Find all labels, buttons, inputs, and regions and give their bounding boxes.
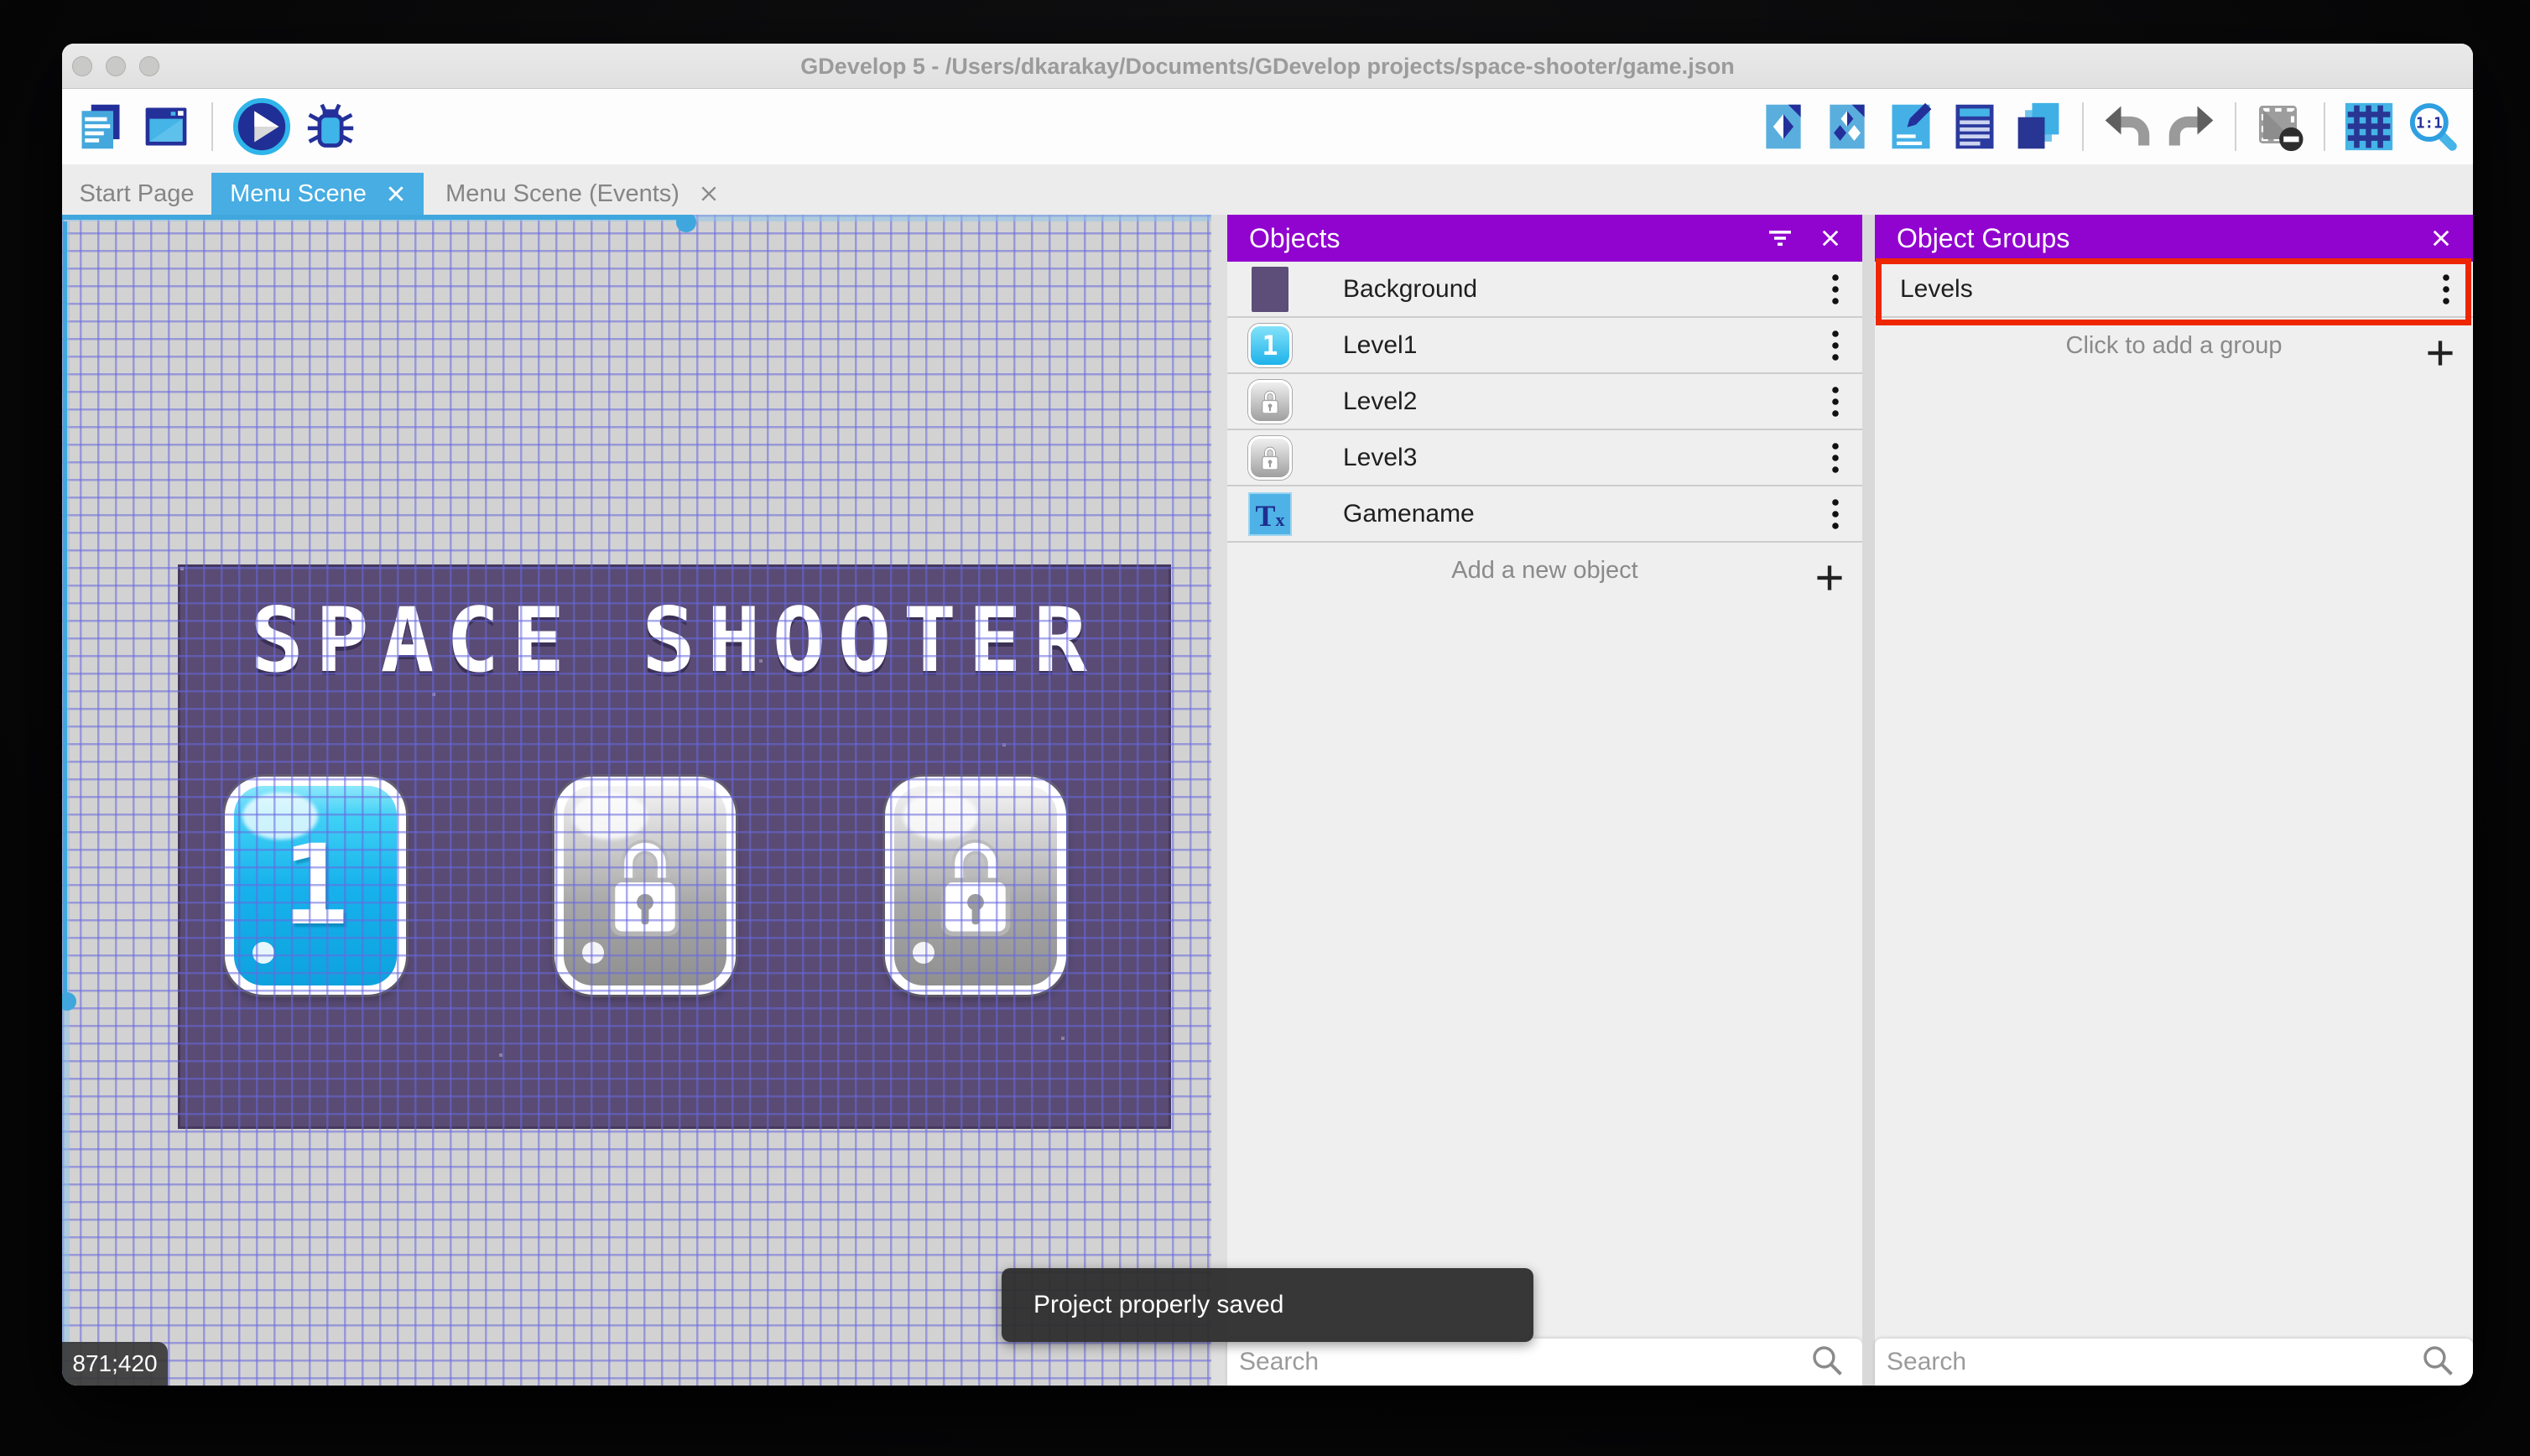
groups-search-bar xyxy=(1875,1339,2473,1386)
panels-divider[interactable] xyxy=(1862,215,1875,1386)
lock-icon xyxy=(1262,446,1278,471)
close-panel-icon[interactable] xyxy=(2423,220,2460,257)
vertical-scrollbar-thumb[interactable] xyxy=(62,992,76,1011)
group-menu-icon[interactable] xyxy=(2419,261,2473,317)
object-menu-icon[interactable] xyxy=(1809,429,1862,486)
level1-thumbnail: 1 xyxy=(1247,323,1293,368)
object-row-gamename[interactable]: Tx Gamename xyxy=(1227,486,1862,543)
object-groups-panel: Object Groups Levels Click to add a grou… xyxy=(1875,215,2473,1386)
gdevelop-window: GDevelop 5 - /Users/dkarakay/Documents/G… xyxy=(62,44,2473,1386)
level3-locked-button-instance[interactable] xyxy=(885,777,1066,995)
tab-start-page[interactable]: Start Page xyxy=(62,173,211,215)
toast-message: Project properly saved xyxy=(1033,1291,1284,1318)
tab-menu-scene-events[interactable]: Menu Scene (Events) xyxy=(427,173,737,215)
tab-menu-scene[interactable]: Menu Scene xyxy=(211,173,424,215)
groups-panel-header: Object Groups xyxy=(1875,215,2473,262)
window-title: GDevelop 5 - /Users/dkarakay/Documents/G… xyxy=(800,54,1735,79)
horizontal-scrollbar-thumb[interactable] xyxy=(676,215,696,232)
tab-label: Menu Scene xyxy=(230,179,367,207)
toolbar-divider xyxy=(2235,102,2236,151)
background-thumbnail xyxy=(1247,266,1293,312)
object-row-level1[interactable]: 1 Level1 xyxy=(1227,318,1862,374)
editor-tabs: Start Page Menu Scene Menu Scene (Events… xyxy=(62,164,2473,215)
toolbar-right-group: 1:1 xyxy=(1757,89,2460,164)
objects-search-bar xyxy=(1227,1339,1862,1386)
objects-panel: Objects Background 1 Level1 Level2 Level… xyxy=(1227,215,1862,1386)
lock-icon xyxy=(940,840,1011,936)
object-menu-icon[interactable] xyxy=(1809,373,1862,429)
object-menu-icon[interactable] xyxy=(1809,261,1862,317)
play-preview-icon[interactable] xyxy=(232,97,292,156)
window-mask-icon[interactable] xyxy=(2253,100,2307,153)
close-panel-icon[interactable] xyxy=(1812,220,1849,257)
lock-icon xyxy=(1262,390,1278,414)
game-title-text: SPACE SHOOTER xyxy=(250,589,1099,692)
cursor-coordinates: 871;420 xyxy=(62,1342,168,1386)
level2-thumbnail xyxy=(1247,379,1293,424)
object-row-level2[interactable]: Level2 xyxy=(1227,374,1862,430)
groups-panel-title: Object Groups xyxy=(1897,222,2070,253)
add-group-button[interactable]: Click to add a group xyxy=(1875,318,2473,374)
vertical-scrollbar-fill[interactable] xyxy=(63,221,67,995)
instances-list-icon[interactable] xyxy=(1948,100,2002,153)
menu-background-instance[interactable]: SPACE SHOOTER 1 xyxy=(178,564,1171,1129)
undo-icon[interactable] xyxy=(2101,100,2154,153)
level3-thumbnail xyxy=(1247,435,1293,481)
level1-button-instance[interactable]: 1 xyxy=(225,777,406,995)
gamename-thumbnail: Tx xyxy=(1247,491,1293,537)
tab-label: Menu Scene (Events) xyxy=(445,179,679,207)
objects-editor-icon[interactable] xyxy=(1757,100,1810,153)
search-icon[interactable] xyxy=(2421,1344,2458,1381)
project-manager-icon[interactable] xyxy=(74,100,128,153)
groups-search-input[interactable] xyxy=(1875,1347,2421,1377)
search-icon[interactable] xyxy=(1810,1344,1847,1381)
banner-stars xyxy=(180,567,184,570)
toolbar-divider xyxy=(2082,102,2084,151)
objects-panel-title: Objects xyxy=(1249,222,1340,253)
object-row-level3[interactable]: Level3 xyxy=(1227,430,1862,486)
close-tab-icon[interactable] xyxy=(387,185,405,203)
level2-locked-button-instance[interactable] xyxy=(554,777,736,995)
canvas-panel-divider[interactable] xyxy=(1211,215,1227,1386)
layers-editor-icon[interactable] xyxy=(2012,100,2065,153)
plus-icon[interactable] xyxy=(1815,557,1844,590)
toolbar-left-group xyxy=(74,89,357,164)
screenshot-stage: GDevelop 5 - /Users/dkarakay/Documents/G… xyxy=(0,0,2530,1456)
filter-icon[interactable] xyxy=(1762,220,1799,257)
objects-panel-header: Objects xyxy=(1227,215,1862,262)
plus-icon[interactable] xyxy=(2426,332,2455,366)
add-new-object-button[interactable]: Add a new object xyxy=(1227,543,1862,599)
object-row-background[interactable]: Background xyxy=(1227,262,1862,318)
main-toolbar: 1:1 xyxy=(62,89,2473,164)
zoom-1-1-icon[interactable]: 1:1 xyxy=(2406,100,2460,153)
lock-icon xyxy=(610,840,680,936)
object-menu-icon[interactable] xyxy=(1809,317,1862,373)
toolbar-divider xyxy=(211,102,213,151)
properties-icon[interactable] xyxy=(1884,100,1938,153)
redo-icon[interactable] xyxy=(2164,100,2218,153)
toolbar-divider xyxy=(2324,102,2325,151)
titlebar: GDevelop 5 - /Users/dkarakay/Documents/G… xyxy=(62,44,2473,89)
object-groups-editor-icon[interactable] xyxy=(1820,100,1874,153)
object-menu-icon[interactable] xyxy=(1809,486,1862,542)
save-toast: Project properly saved xyxy=(1002,1268,1533,1342)
content-area: SPACE SHOOTER 1 871;420 Objects Backgrou… xyxy=(62,215,2473,1386)
scene-editor-window-icon[interactable] xyxy=(139,100,193,153)
tab-label: Start Page xyxy=(79,179,195,207)
objects-search-input[interactable] xyxy=(1227,1347,1810,1377)
level1-number: 1 xyxy=(282,821,349,950)
zoom-icon-label: 1:1 xyxy=(2416,116,2443,133)
grid-icon[interactable] xyxy=(2342,100,2396,153)
horizontal-scrollbar-fill[interactable] xyxy=(62,215,686,220)
debug-icon[interactable] xyxy=(304,100,357,153)
group-row-levels[interactable]: Levels xyxy=(1875,262,2473,318)
scene-canvas[interactable]: SPACE SHOOTER 1 871;420 xyxy=(62,215,1211,1386)
close-tab-icon[interactable] xyxy=(700,185,718,203)
